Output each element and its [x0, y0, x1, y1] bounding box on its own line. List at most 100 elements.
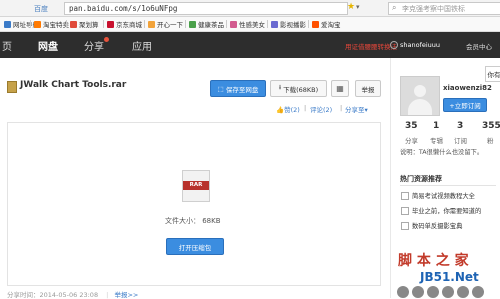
thumbs-up-icon: 👍: [276, 106, 285, 114]
stat-albums-count[interactable]: 1: [433, 121, 439, 131]
archive-file-icon: [7, 81, 17, 93]
hot-resource-item[interactable]: 简易考试视频教程大全: [401, 191, 475, 200]
hot-resource-label: 简易考试视频教程大全: [412, 193, 475, 200]
nav-apps[interactable]: 应用: [132, 38, 152, 53]
rar-label: RAR: [183, 181, 209, 190]
comment-label: 评论(2): [310, 106, 333, 114]
bookmark-icon: [189, 20, 196, 28]
url-input[interactable]: pan.baidu.com/s/1o6uNFpg: [64, 2, 348, 15]
search-icon: ⌕: [392, 3, 397, 12]
hot-resource-item[interactable]: 数码单反摄影宝典: [401, 221, 462, 230]
bookmark-icon: [312, 20, 319, 28]
bookmark-icon: [34, 20, 41, 28]
download-icon: ⭳: [278, 83, 282, 91]
hot-resources-title: 热门资源推荐: [400, 175, 442, 183]
favorite-item[interactable]: 爱淘宝: [312, 19, 341, 29]
bookmark-icon: [107, 20, 114, 28]
rar-file-icon: RAR: [182, 170, 210, 202]
top-nav: 页 网盘 分享 应用 用证借腰腰转换法 shanofeiuuu 会员中心: [0, 32, 500, 58]
download-label: 下载(68KB): [283, 85, 319, 94]
save-label: 保存至网盘: [225, 85, 259, 94]
nav-pan[interactable]: 网盘: [38, 38, 58, 53]
favorites-bar: 网址导航 淘宝特卖 聚划算 京东商城 开心一下 健康茶品 性感美女 影视播影 爱…: [0, 17, 500, 32]
search-input[interactable]: ⌕ 李克强考察中国铁标: [388, 2, 500, 15]
favorite-item[interactable]: 健康茶品: [189, 19, 224, 29]
follower-avatars: [397, 286, 500, 298]
save-to-pan-button[interactable]: ⬚ 保存至网盘: [210, 80, 266, 97]
member-center-link[interactable]: 会员中心: [466, 41, 492, 51]
stat-shares-label: 分享: [405, 137, 418, 145]
share-to-link[interactable]: 分享至▾: [345, 104, 368, 114]
username-link[interactable]: shanofeiuuu: [400, 41, 440, 49]
favorite-label: 健康茶品: [198, 21, 224, 29]
file-size: 文件大小： 68KB: [165, 217, 221, 225]
stat-subscribe-label: 订阅: [454, 137, 467, 145]
avatar[interactable]: [442, 286, 454, 298]
favorite-label: 爱淘宝: [321, 21, 341, 29]
favorite-label: 京东商城: [116, 21, 142, 29]
stat-subscribe-count[interactable]: 3: [457, 121, 463, 131]
main-content: JWalk Chart Tools.rar ⬚ 保存至网盘 ⭳ 下载(68KB)…: [0, 58, 390, 299]
watermark-logo: 脚 本 之 家: [398, 253, 469, 269]
search-placeholder: 李克强考察中国铁标: [402, 5, 465, 13]
file-icon: [401, 191, 409, 200]
bookmark-icon: [148, 20, 155, 28]
stat-albums-label: 专辑: [430, 137, 443, 145]
chevron-down-icon[interactable]: ▾: [356, 3, 360, 11]
stat-shares-count[interactable]: 35: [405, 121, 418, 131]
stat-fans-label: 粉: [487, 137, 494, 145]
avatar[interactable]: [457, 286, 469, 298]
chevron-down-icon: ▾: [364, 106, 368, 114]
file-icon: [401, 206, 409, 215]
grid-icon: ▦: [336, 84, 344, 93]
favorite-label: 性感美女: [239, 21, 265, 29]
more-button[interactable]: ▦: [331, 80, 349, 97]
user-avatar-icon: [390, 41, 398, 49]
file-preview-panel: RAR 文件大小： 68KB 打开压缩包: [7, 122, 381, 286]
favorite-item[interactable]: 影视播影: [271, 19, 306, 29]
favorite-label: 影视播影: [280, 21, 306, 29]
subscribe-button[interactable]: +立即订阅: [443, 98, 487, 112]
avatar[interactable]: [427, 286, 439, 298]
browser-brand: 百度: [34, 5, 48, 13]
avatar[interactable]: [400, 76, 440, 116]
watermark-url: JB51.Net: [420, 270, 479, 284]
favorite-item[interactable]: 淘宝特卖: [34, 19, 69, 29]
address-bar: 百度 pan.baidu.com/s/1o6uNFpg ★ ▾ ⌕ 李克强考察中…: [0, 0, 500, 17]
bookmark-icon: [4, 20, 11, 28]
avatar[interactable]: [472, 286, 484, 298]
hot-resource-label: 毕业之前，你需要知道的: [412, 208, 482, 215]
avatar[interactable]: [397, 286, 409, 298]
favorite-item[interactable]: 聚划算: [70, 19, 99, 29]
save-icon: ⬚: [217, 84, 224, 93]
favorite-label: 聚划算: [79, 21, 99, 29]
avatar[interactable]: [412, 286, 424, 298]
nav-share[interactable]: 分享: [84, 38, 104, 53]
star-icon[interactable]: ★: [347, 2, 355, 12]
tooltip: 你有: [485, 66, 500, 82]
like-link[interactable]: 👍赞(2): [276, 104, 300, 114]
report-button[interactable]: 举报: [355, 80, 381, 97]
open-archive-button[interactable]: 打开压缩包: [166, 238, 224, 255]
hot-resource-label: 数码单反摄影宝典: [412, 223, 463, 230]
hot-resource-item[interactable]: 毕业之前，你需要知道的: [401, 206, 481, 215]
profile-username[interactable]: xiaowenzi82: [443, 84, 492, 92]
file-title: JWalk Chart Tools.rar: [20, 80, 127, 90]
notification-dot-icon: [104, 37, 109, 42]
bookmark-icon: [230, 20, 237, 28]
like-label: 赞(2): [284, 106, 300, 114]
url-text: pan.baidu.com/s/1o6uNFpg: [69, 4, 178, 13]
favorite-item[interactable]: 性感美女: [230, 19, 265, 29]
file-icon: [401, 221, 409, 230]
favorite-label: 开心一下: [157, 21, 183, 29]
favorite-item[interactable]: 开心一下: [148, 19, 183, 29]
comment-link[interactable]: 评论(2): [310, 104, 332, 114]
share-to-label: 分享至: [345, 106, 365, 114]
stat-fans-count[interactable]: 355: [482, 121, 500, 131]
nav-home[interactable]: 页: [2, 38, 12, 53]
download-button[interactable]: ⭳ 下载(68KB): [270, 80, 327, 97]
bookmark-icon: [271, 20, 278, 28]
bookmark-icon: [70, 20, 77, 28]
profile-note: 说明：TA很懒什么也没留下。: [400, 149, 484, 156]
favorite-item[interactable]: 京东商城: [107, 19, 142, 29]
